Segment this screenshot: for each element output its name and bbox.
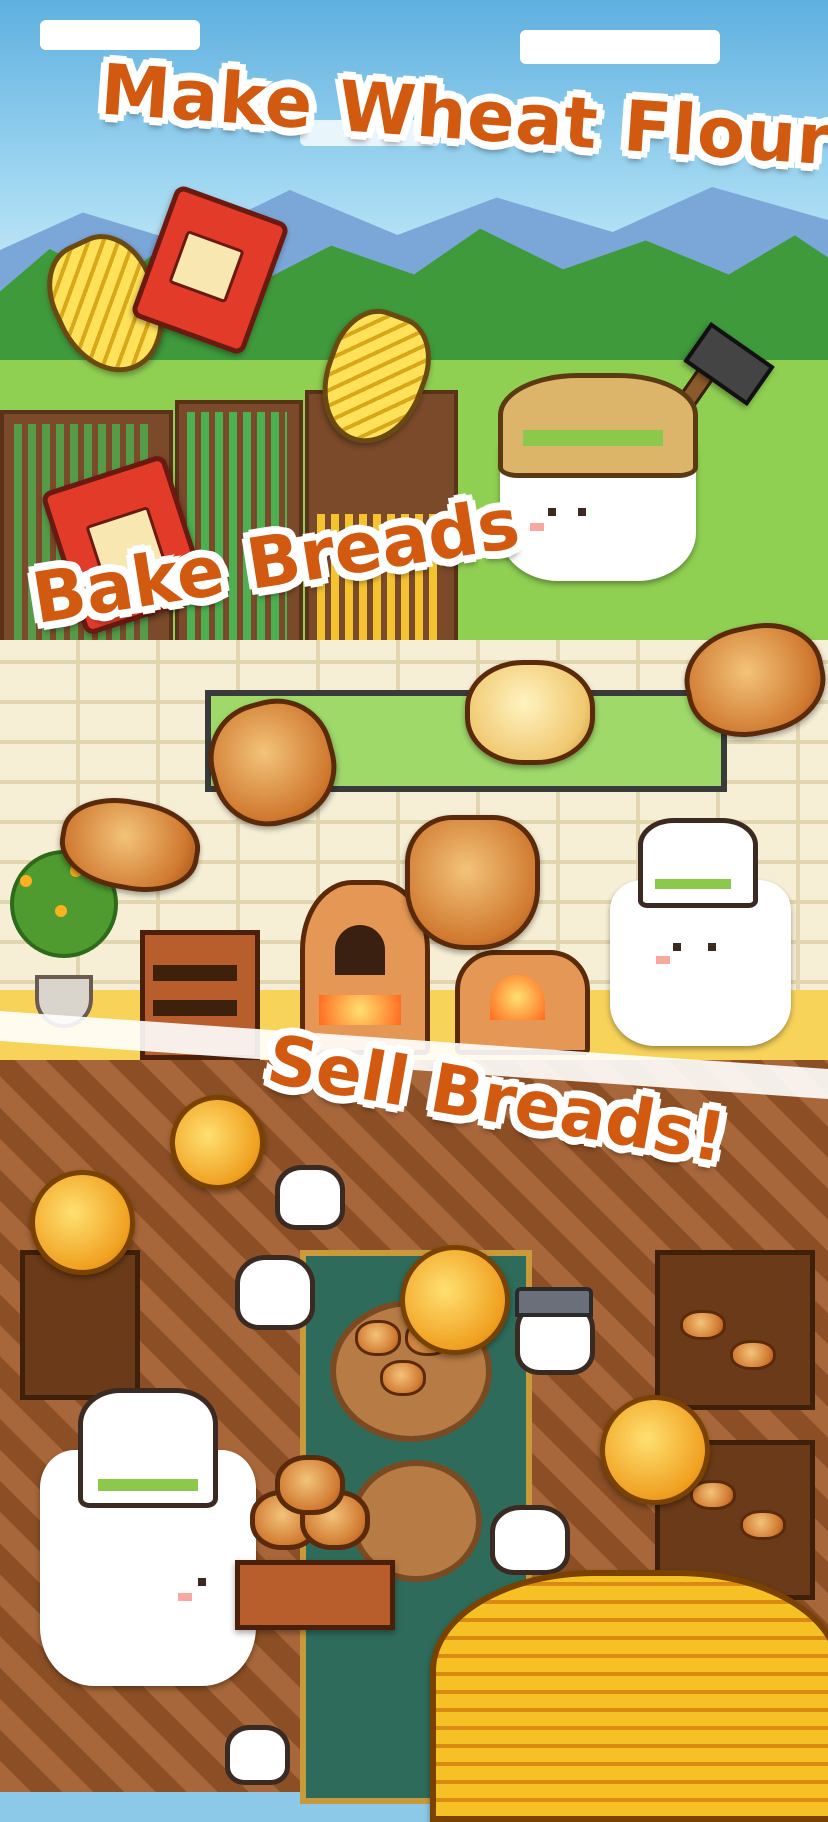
bread-tray	[235, 1560, 395, 1630]
coin-icon	[400, 1245, 510, 1355]
character-eye	[673, 943, 681, 951]
chef-character	[610, 818, 791, 1046]
straw-hat-icon	[498, 373, 698, 478]
coin-pile-icon	[430, 1570, 828, 1822]
oven-fire	[490, 975, 545, 1020]
oven-fire	[319, 995, 401, 1025]
cabinet-shelf	[153, 965, 237, 981]
hat-band	[523, 430, 663, 446]
coin-icon	[30, 1170, 135, 1275]
chef-character	[40, 1388, 256, 1686]
bread-item	[680, 1310, 726, 1340]
orange-fruit	[20, 875, 32, 887]
customer-character	[515, 1287, 595, 1375]
cap-icon	[515, 1287, 593, 1317]
customer-character	[275, 1165, 345, 1230]
customer-character	[235, 1255, 315, 1330]
character-blush	[530, 523, 544, 531]
flour-label	[168, 229, 245, 304]
cabinet-shelf	[153, 1000, 237, 1016]
bread-icon	[465, 660, 595, 765]
chef-hat-icon	[638, 818, 758, 908]
cloud	[520, 30, 720, 64]
character-eye	[548, 508, 556, 516]
character-blush	[178, 1593, 192, 1601]
hat-band	[655, 879, 731, 889]
customer-character	[225, 1725, 290, 1785]
bread-item	[355, 1320, 401, 1356]
cloud	[40, 20, 200, 50]
orange-fruit	[55, 905, 67, 917]
bread-item	[380, 1360, 426, 1396]
bread-shelf	[655, 1250, 815, 1410]
bread-item	[740, 1510, 786, 1540]
hat-band	[98, 1479, 198, 1491]
brick-oven	[455, 950, 590, 1055]
customer-character	[490, 1505, 570, 1575]
character-eye	[578, 508, 586, 516]
farmer-character	[498, 373, 698, 581]
bunny-bread-icon	[405, 815, 540, 950]
bread-item	[275, 1455, 345, 1515]
character-eye	[708, 943, 716, 951]
bread-item	[730, 1340, 776, 1370]
character-blush	[656, 956, 670, 964]
chef-hat-icon	[78, 1388, 218, 1508]
oven-opening	[335, 925, 385, 975]
character-eye	[198, 1578, 206, 1586]
